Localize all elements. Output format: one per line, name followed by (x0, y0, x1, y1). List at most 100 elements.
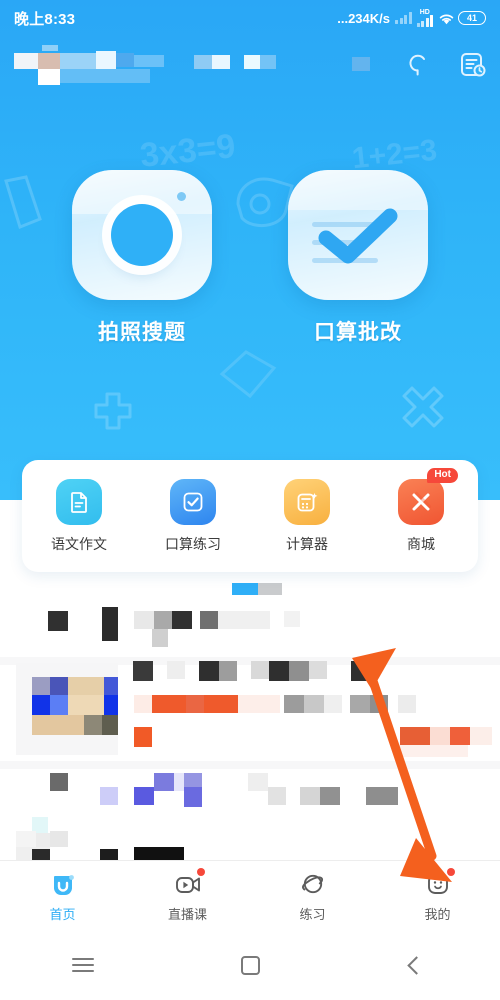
feed-mosaic-block (200, 611, 218, 629)
feed-tag-redacted (134, 695, 152, 713)
profile-smiley-icon[interactable] (423, 867, 455, 899)
menu-lines-icon[interactable] (72, 954, 95, 976)
feed-mosaic-block (300, 787, 320, 805)
camera-icon[interactable] (72, 170, 212, 300)
feed-tag-redacted (398, 745, 468, 757)
watermark-plus-icon (94, 392, 132, 430)
tab-mine-badge (446, 867, 455, 876)
feed-mosaic-block (284, 611, 300, 627)
feed-tab-indicator (232, 583, 258, 595)
status-time: 晚上8:33 (14, 10, 76, 28)
feed-mosaic-block (134, 611, 154, 629)
phone-screen: 3x3=9 1+2=3 晚上8:33 ...234K/s HD 41 拍照搜题 … (0, 0, 500, 1000)
feed-mosaic-block (102, 607, 118, 641)
app-subtitle-redacted (194, 53, 324, 75)
feed-mosaic-block (350, 695, 370, 713)
shop-icon[interactable]: Hot (398, 467, 458, 525)
tab-live-class[interactable]: 直播课 (125, 867, 250, 923)
feed-mosaic-block (218, 611, 270, 629)
quick-action-math-practice[interactable]: 口算练习 (136, 478, 250, 554)
feed-mosaic-block (199, 661, 219, 681)
feed-mosaic-block (100, 787, 118, 805)
square-home-icon[interactable] (240, 955, 260, 975)
app-bar (0, 40, 500, 88)
video-camera-icon[interactable] (173, 867, 205, 899)
network-speed: ...234K/s (337, 10, 390, 26)
tab-practice[interactable]: 练习 (250, 869, 375, 923)
feed-mosaic-block (154, 773, 174, 791)
calculator-icon[interactable] (284, 478, 330, 525)
quick-action-shop[interactable]: Hot 商城 (364, 467, 478, 554)
feed-mosaic-block (219, 661, 237, 681)
system-navigation-bar (0, 930, 500, 1000)
history-document-icon[interactable] (458, 50, 486, 78)
back-button[interactable] (333, 955, 500, 975)
tab-home-label: 首页 (49, 906, 76, 922)
feed-tag-redacted (238, 695, 280, 713)
document-icon[interactable] (56, 478, 102, 525)
feed-mosaic-block (154, 611, 172, 629)
feed-mosaic-block (50, 773, 68, 791)
search-icon[interactable] (404, 50, 432, 78)
feed-tag-redacted (152, 695, 186, 713)
checkbox-icon[interactable] (170, 478, 216, 525)
recents-button[interactable] (0, 954, 167, 976)
feed-tag-redacted (450, 727, 470, 745)
app-bar-actions (404, 50, 486, 78)
feed-tag-redacted (430, 727, 450, 745)
quick-action-composition-label: 语文作文 (51, 535, 107, 552)
entry-math-check[interactable]: 口算批改 (288, 170, 428, 346)
tab-live-class-badge (196, 867, 205, 876)
entry-photo-search[interactable]: 拍照搜题 (72, 170, 212, 346)
quick-action-math-practice-label: 口算练习 (165, 535, 221, 552)
tab-mine[interactable]: 我的 (375, 867, 500, 923)
battery-indicator: 41 (458, 11, 486, 25)
feed-mosaic-block (134, 727, 152, 747)
planet-icon[interactable] (298, 869, 328, 899)
feed-tab-indicator-2 (258, 583, 282, 595)
feed-mosaic-block (184, 787, 202, 807)
feed-mosaic-block (133, 661, 153, 681)
feed-mosaic-block (324, 695, 342, 713)
home-smiley-icon[interactable] (48, 869, 78, 899)
tab-mine-label: 我的 (424, 906, 451, 922)
feed-mosaic-block (309, 661, 327, 679)
feed-mosaic-block (320, 787, 340, 805)
tab-home[interactable]: 首页 (0, 869, 125, 923)
feed-tag-redacted (470, 727, 492, 745)
feed-mosaic-block (366, 787, 398, 805)
back-chevron-icon[interactable] (407, 955, 426, 975)
entry-photo-search-label: 拍照搜题 (98, 321, 186, 344)
home-button[interactable] (167, 955, 334, 975)
watermark-ruler2-icon (219, 350, 277, 399)
quick-actions-card: 语文作文 口算练习 计算器 Hot 商城 (22, 460, 478, 572)
feed-thumbnail-redacted (16, 663, 118, 755)
feed-mosaic-block (268, 787, 286, 805)
signal-bars-icon-2 (416, 15, 433, 27)
wifi-icon (438, 12, 454, 25)
quick-action-shop-label: 商城 (407, 535, 435, 552)
feed-mosaic-block (134, 847, 184, 860)
feed-mosaic-block (251, 661, 269, 679)
feed-tag-redacted (186, 695, 204, 713)
feed-tag-redacted (204, 695, 238, 713)
feed-mosaic-block (152, 629, 168, 647)
quick-action-composition[interactable]: 语文作文 (22, 478, 136, 554)
feed-mosaic-block (370, 695, 388, 713)
feed-mosaic-block (172, 611, 192, 629)
quick-action-calculator[interactable]: 计算器 (250, 478, 364, 554)
status-indicators: ...234K/s HD 41 (337, 9, 486, 27)
bottom-tab-bar: 首页 直播课 练习 我的 (0, 860, 500, 930)
check-mark-icon[interactable] (288, 170, 428, 300)
tab-practice-label: 练习 (299, 906, 326, 922)
feed-mosaic-block (32, 849, 50, 860)
feed-mosaic-block (134, 787, 154, 805)
main-entries: 拍照搜题 口算批改 (0, 170, 500, 346)
feed-mosaic-block (269, 661, 289, 681)
watermark-formula-1: 3x3=9 (138, 127, 238, 175)
feed-mosaic-block (398, 695, 416, 713)
signal-bars-icon-1 (395, 12, 412, 24)
feed-mosaic-block (16, 831, 36, 847)
feed-list-redacted[interactable] (0, 575, 500, 860)
feed-mosaic-block (304, 695, 324, 713)
